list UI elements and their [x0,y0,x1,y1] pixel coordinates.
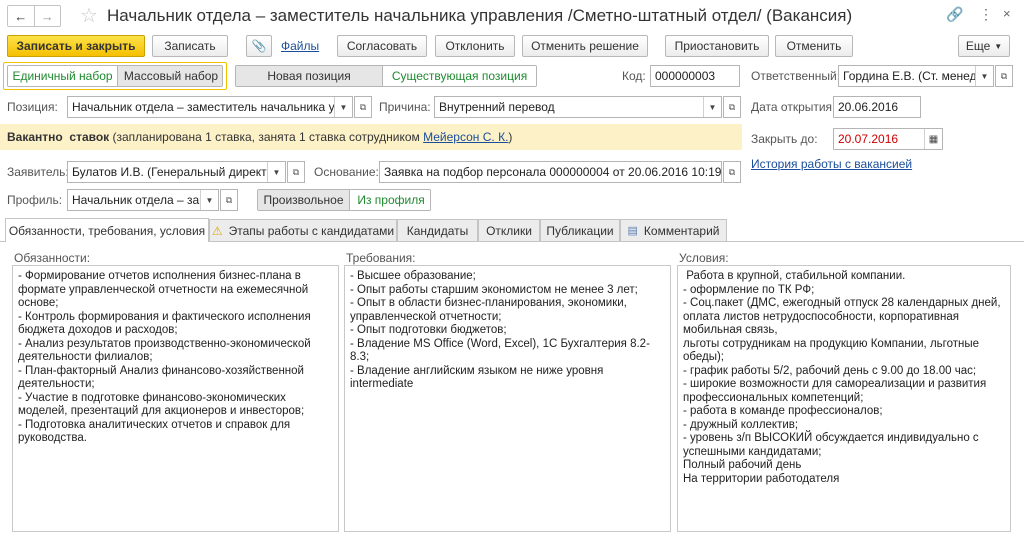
open-icon: ⧉ [292,166,300,177]
more-label: Еще [965,39,991,53]
open-applicant-button[interactable]: ⧉ [287,161,305,183]
existing-position-option[interactable]: Существующая позиция [383,66,536,86]
basis-label: Основание: [314,165,379,179]
files-link[interactable]: Файлы [281,39,319,53]
employee-link[interactable]: Мейерсон С. К. [423,130,508,144]
responsible-label: Ответственный: [751,69,841,83]
chevron-down-icon[interactable]: ▼ [703,97,721,117]
conditions-label: Условия: [679,251,729,265]
calendar-icon[interactable]: ▦ [924,129,942,149]
more-vertical-icon[interactable]: ⋮ [979,6,993,23]
conditions-textarea[interactable]: Работа в крупной, стабильной компании. -… [677,265,1011,532]
open-date-value: 20.06.2016 [838,100,899,114]
position-field[interactable]: Начальник отдела – заместитель начальник… [67,96,353,118]
new-position-option[interactable]: Новая позиция [236,66,384,86]
open-icon: ⧉ [359,101,367,112]
chevron-down-icon[interactable]: ▼ [267,162,285,182]
close-by-field[interactable]: 20.07.2016 ▦ [833,128,943,150]
warning-icon: ⚠ [211,223,223,238]
applicant-value: Булатов И.В. (Генеральный директор) [72,165,267,179]
code-label: Код: [622,69,646,83]
back-arrow-icon[interactable]: ← [8,6,35,26]
comment-icon: ▤ [627,225,638,237]
tab-duties[interactable]: Обязанности, требования, условия [5,218,209,242]
more-button[interactable]: Еще ▼ [958,35,1010,57]
requirements-label: Требования: [346,251,416,265]
duties-label: Обязанности: [14,251,91,265]
tab-candidates[interactable]: Кандидаты [397,219,478,241]
recruitment-mode-switch: Единичный набор Массовый набор [7,65,223,87]
vacancy-history-link[interactable]: История работы с вакансией [751,157,912,171]
approve-button[interactable]: Согласовать [337,35,427,57]
responsible-value: Гордина Е.В. (Ст. менеджер) [843,69,975,83]
close-icon[interactable]: × [1003,6,1011,21]
open-date-field[interactable]: 20.06.2016 [833,96,921,118]
single-recruitment-option[interactable]: Единичный набор [8,66,118,86]
profile-label: Профиль: [7,193,63,207]
tab-comment[interactable]: ▤ Комментарий [620,219,727,241]
cancel-decision-button[interactable]: Отменить решение [522,35,648,57]
profile-field[interactable]: Начальник отдела – заместитель▼ [67,189,219,211]
reason-label: Причина: [379,100,431,114]
suspend-button[interactable]: Приостановить [665,35,769,57]
vacancy-info-text: (запланирована 1 ставка, занята 1 ставка… [109,130,424,144]
open-icon: ⧉ [1000,70,1008,81]
code-value: 000000003 [655,69,716,83]
nav-group: ← → [7,5,61,27]
attach-button[interactable]: 📎 [246,35,272,57]
reason-value: Внутренний перевод [439,100,555,114]
open-icon: ⧉ [225,194,233,205]
arbitrary-option[interactable]: Произвольное [258,190,350,210]
open-responsible-button[interactable]: ⧉ [995,65,1013,87]
window-title: Начальник отдела – заместитель начальник… [107,6,853,25]
open-icon: ⧉ [728,101,736,112]
save-button[interactable]: Записать [152,35,228,57]
code-field[interactable]: 000000003 [650,65,740,87]
open-profile-button[interactable]: ⧉ [220,189,238,211]
close-by-value: 20.07.2016 [838,132,899,146]
link-icon[interactable]: 🔗 [946,6,963,23]
close-by-label: Закрыть до: [751,132,818,146]
from-profile-option[interactable]: Из профиля [350,190,430,210]
duties-textarea[interactable]: - Формирование отчетов исполнения бизнес… [12,265,339,532]
requirements-textarea[interactable]: - Высшее образование; - Опыт работы стар… [344,265,671,532]
profile-mode-switch: Произвольное Из профиля [257,189,431,211]
chevron-down-icon: ▼ [994,41,1003,51]
position-label: Позиция: [7,100,58,114]
save-and-close-button[interactable]: Записать и закрыть [7,35,145,57]
chevron-down-icon[interactable]: ▼ [200,190,218,210]
chevron-down-icon[interactable]: ▼ [975,66,993,86]
reason-field[interactable]: Внутренний перевод ▼ [434,96,722,118]
open-reason-button[interactable]: ⧉ [723,96,741,118]
open-icon: ⧉ [728,166,736,177]
responsible-field[interactable]: Гордина Е.В. (Ст. менеджер)▼ [838,65,994,87]
tab-comment-label: Комментарий [643,223,720,238]
position-value: Начальник отдела – заместитель начальник… [72,100,334,114]
chevron-down-icon[interactable]: ▼ [334,97,352,117]
vacancy-info-bar: Вакантно ставок (запланирована 1 ставка,… [0,124,742,150]
open-position-button[interactable]: ⧉ [354,96,372,118]
tab-stages-label: Этапы работы с кандидатами [228,223,395,238]
favorite-star-icon[interactable]: ☆ [80,3,98,28]
basis-field[interactable]: Заявка на подбор персонала 000000004 от … [379,161,722,183]
position-type-switch: Новая позиция Существующая позиция [235,65,537,87]
tab-responses[interactable]: Отклики [478,219,540,241]
forward-arrow-icon[interactable]: → [35,6,61,26]
applicant-label: Заявитель: [7,165,69,179]
tab-stages[interactable]: ⚠ Этапы работы с кандидатами [209,219,397,241]
vacancy-status: Вакантно ставок [7,130,110,144]
paperclip-icon: 📎 [251,39,267,53]
reject-button[interactable]: Отклонить [435,35,515,57]
tab-publications[interactable]: Публикации [540,219,620,241]
basis-value: Заявка на подбор персонала 000000004 от … [384,165,721,179]
open-basis-button[interactable]: ⧉ [723,161,741,183]
vacancy-info-end: ) [508,130,513,144]
profile-value: Начальник отдела – заместитель [72,193,200,207]
open-date-label: Дата открытия: [751,100,836,114]
applicant-field[interactable]: Булатов И.В. (Генеральный директор) ▼ [67,161,286,183]
mass-recruitment-option[interactable]: Массовый набор [118,66,222,86]
cancel-button[interactable]: Отменить [775,35,853,57]
